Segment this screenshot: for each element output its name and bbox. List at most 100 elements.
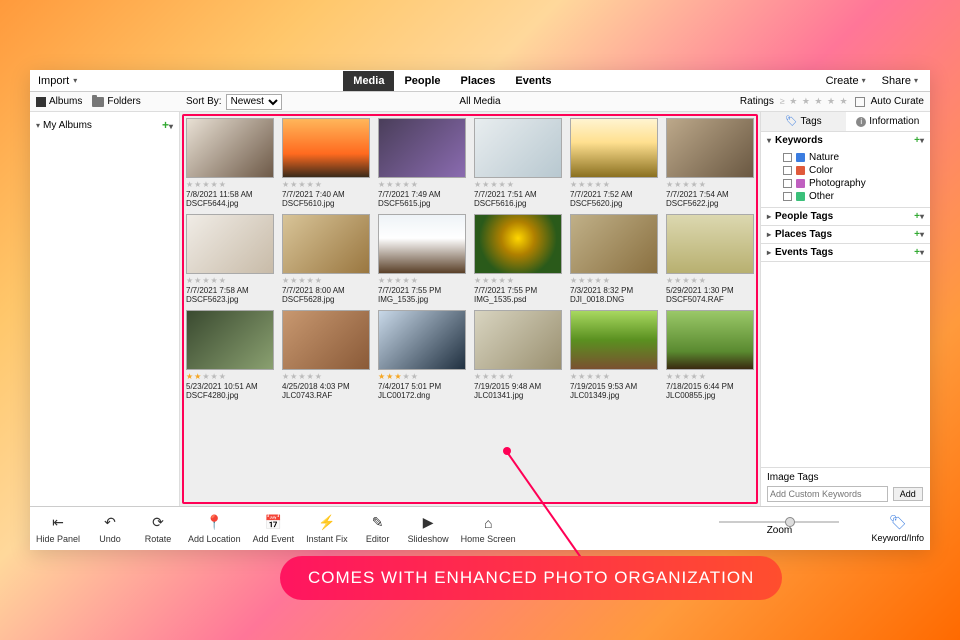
thumbnail-image[interactable] [570,310,658,370]
thumbnail-item[interactable]: ★★★★★7/19/2015 9:53 AMJLC01349.jpg [570,310,658,400]
keyword-item[interactable]: Other [783,190,930,203]
tags-tab[interactable]: 🏷 Tags [761,112,846,131]
thumbnail-image[interactable] [378,214,466,274]
ratings-filter[interactable]: ≥ ★ ★ ★ ★ ★ [780,96,849,107]
keyword-checkbox[interactable] [783,179,792,188]
rating-stars[interactable]: ★★★★★ [186,180,274,189]
add-keyword-icon[interactable]: +▾ [914,135,924,146]
add-people-tag-icon[interactable]: +▾ [914,211,924,222]
rating-stars[interactable]: ★★★★★ [666,276,754,285]
create-button[interactable]: Create ▾ [820,75,872,87]
people-tags-section[interactable]: ▸ People Tags +▾ [761,208,930,225]
keyword-info-button[interactable]: 🏷 Keyword/Info [871,514,924,543]
keyword-checkbox[interactable] [783,192,792,201]
keywords-section[interactable]: ▾ Keywords +▾ [761,132,930,149]
keyword-checkbox[interactable] [783,153,792,162]
thumbnail-item[interactable]: ★★★★★7/18/2015 6:44 PMJLC00855.jpg [666,310,754,400]
rating-stars[interactable]: ★★★★★ [474,276,562,285]
rating-stars[interactable]: ★★★★★ [570,372,658,381]
add-album-icon[interactable]: +▾ [162,118,173,132]
rotate-button[interactable]: ⟳Rotate [140,514,176,544]
thumbnail-item[interactable]: ★★★★★7/7/2021 7:52 AMDSCF5620.jpg [570,118,658,208]
thumbnail-image[interactable] [282,214,370,274]
rating-stars[interactable]: ★★★★★ [282,276,370,285]
instant-fix-button[interactable]: ⚡Instant Fix [306,514,348,544]
thumbnail-item[interactable]: ★★★★★4/25/2018 4:03 PMJLC0743.RAF [282,310,370,400]
thumbnail-image[interactable] [378,310,466,370]
thumbnail-item[interactable]: ★★★★★7/7/2021 7:49 AMDSCF5615.jpg [378,118,466,208]
tab-people[interactable]: People [394,71,450,91]
add-event-button[interactable]: 📅Add Event [253,514,295,544]
rating-stars[interactable]: ★★★★★ [378,372,466,381]
thumbnail-item[interactable]: ★★★★★7/4/2017 5:01 PMJLC00172.dng [378,310,466,400]
thumbnail-image[interactable] [186,214,274,274]
thumbnail-item[interactable]: ★★★★★7/7/2021 7:58 AMDSCF5623.jpg [186,214,274,304]
information-tab[interactable]: i Information [846,112,931,131]
rating-stars[interactable]: ★★★★★ [666,372,754,381]
folders-view[interactable]: Folders [92,96,140,107]
thumbnail-image[interactable] [186,118,274,178]
thumbnail-image[interactable] [666,118,754,178]
home-screen-button[interactable]: ⌂Home Screen [461,514,516,544]
thumbnail-image[interactable] [282,118,370,178]
thumbnail-item[interactable]: ★★★★★7/7/2021 7:54 AMDSCF5622.jpg [666,118,754,208]
share-button[interactable]: Share ▾ [876,75,924,87]
thumbnail-item[interactable]: ★★★★★7/19/2015 9:48 AMJLC01341.jpg [474,310,562,400]
thumbnail-image[interactable] [378,118,466,178]
add-keyword-button[interactable]: Add [893,487,923,501]
custom-keywords-input[interactable] [767,486,888,502]
thumbnail-item[interactable]: ★★★★★7/7/2021 7:55 PMIMG_1535.psd [474,214,562,304]
events-tags-section[interactable]: ▸ Events Tags +▾ [761,244,930,261]
thumbnail-item[interactable]: ★★★★★7/7/2021 8:00 AMDSCF5628.jpg [282,214,370,304]
rating-stars[interactable]: ★★★★★ [282,372,370,381]
rating-stars[interactable]: ★★★★★ [570,180,658,189]
places-tags-section[interactable]: ▸ Places Tags +▾ [761,226,930,243]
thumbnail-item[interactable]: ★★★★★7/8/2021 11:58 AMDSCF5644.jpg [186,118,274,208]
my-albums-header[interactable]: ▾ My Albums +▾ [36,116,173,134]
add-location-button[interactable]: 📍Add Location [188,514,241,544]
thumbnail-item[interactable]: ★★★★★7/3/2021 8:32 PMDJI_0018.DNG [570,214,658,304]
thumbnail-image[interactable] [474,310,562,370]
undo-button[interactable]: ↶Undo [92,514,128,544]
thumbnail-image[interactable] [666,310,754,370]
auto-curate-checkbox[interactable] [855,97,865,107]
rating-stars[interactable]: ★★★★★ [186,372,274,381]
thumbnail-grid[interactable]: ★★★★★7/8/2021 11:58 AMDSCF5644.jpg★★★★★7… [180,112,760,506]
add-events-tag-icon[interactable]: +▾ [914,247,924,258]
thumbnail-image[interactable] [282,310,370,370]
keyword-item[interactable]: Nature [783,151,930,164]
sort-select[interactable]: Newest [226,94,282,110]
add-places-tag-icon[interactable]: +▾ [914,229,924,240]
zoom-knob[interactable] [785,517,795,527]
editor-button[interactable]: ✎Editor [360,514,396,544]
slideshow-button[interactable]: ▶Slideshow [408,514,449,544]
keyword-checkbox[interactable] [783,166,792,175]
hide-panel-button[interactable]: ⇤Hide Panel [36,514,80,544]
zoom-slider[interactable] [719,521,839,523]
thumbnail-item[interactable]: ★★★★★5/29/2021 1:30 PMDSCF5074.RAF [666,214,754,304]
albums-view[interactable]: Albums [36,96,82,107]
thumbnail-image[interactable] [186,310,274,370]
rating-stars[interactable]: ★★★★★ [186,276,274,285]
thumbnail-item[interactable]: ★★★★★7/7/2021 7:55 PMIMG_1535.jpg [378,214,466,304]
thumbnail-item[interactable]: ★★★★★5/23/2021 10:51 AMDSCF4280.jpg [186,310,274,400]
thumbnail-image[interactable] [666,214,754,274]
import-button[interactable]: Import ▾ [30,75,85,87]
rating-stars[interactable]: ★★★★★ [666,180,754,189]
tab-events[interactable]: Events [505,71,561,91]
rating-stars[interactable]: ★★★★★ [378,276,466,285]
thumbnail-item[interactable]: ★★★★★7/7/2021 7:40 AMDSCF5610.jpg [282,118,370,208]
thumbnail-image[interactable] [474,118,562,178]
rating-stars[interactable]: ★★★★★ [282,180,370,189]
tab-media[interactable]: Media [343,71,394,91]
thumbnail-image[interactable] [474,214,562,274]
thumbnail-image[interactable] [570,118,658,178]
tab-places[interactable]: Places [451,71,506,91]
rating-stars[interactable]: ★★★★★ [474,372,562,381]
thumbnail-item[interactable]: ★★★★★7/7/2021 7:51 AMDSCF5616.jpg [474,118,562,208]
rating-stars[interactable]: ★★★★★ [570,276,658,285]
keyword-item[interactable]: Photography [783,177,930,190]
rating-stars[interactable]: ★★★★★ [474,180,562,189]
thumbnail-image[interactable] [570,214,658,274]
rating-stars[interactable]: ★★★★★ [378,180,466,189]
